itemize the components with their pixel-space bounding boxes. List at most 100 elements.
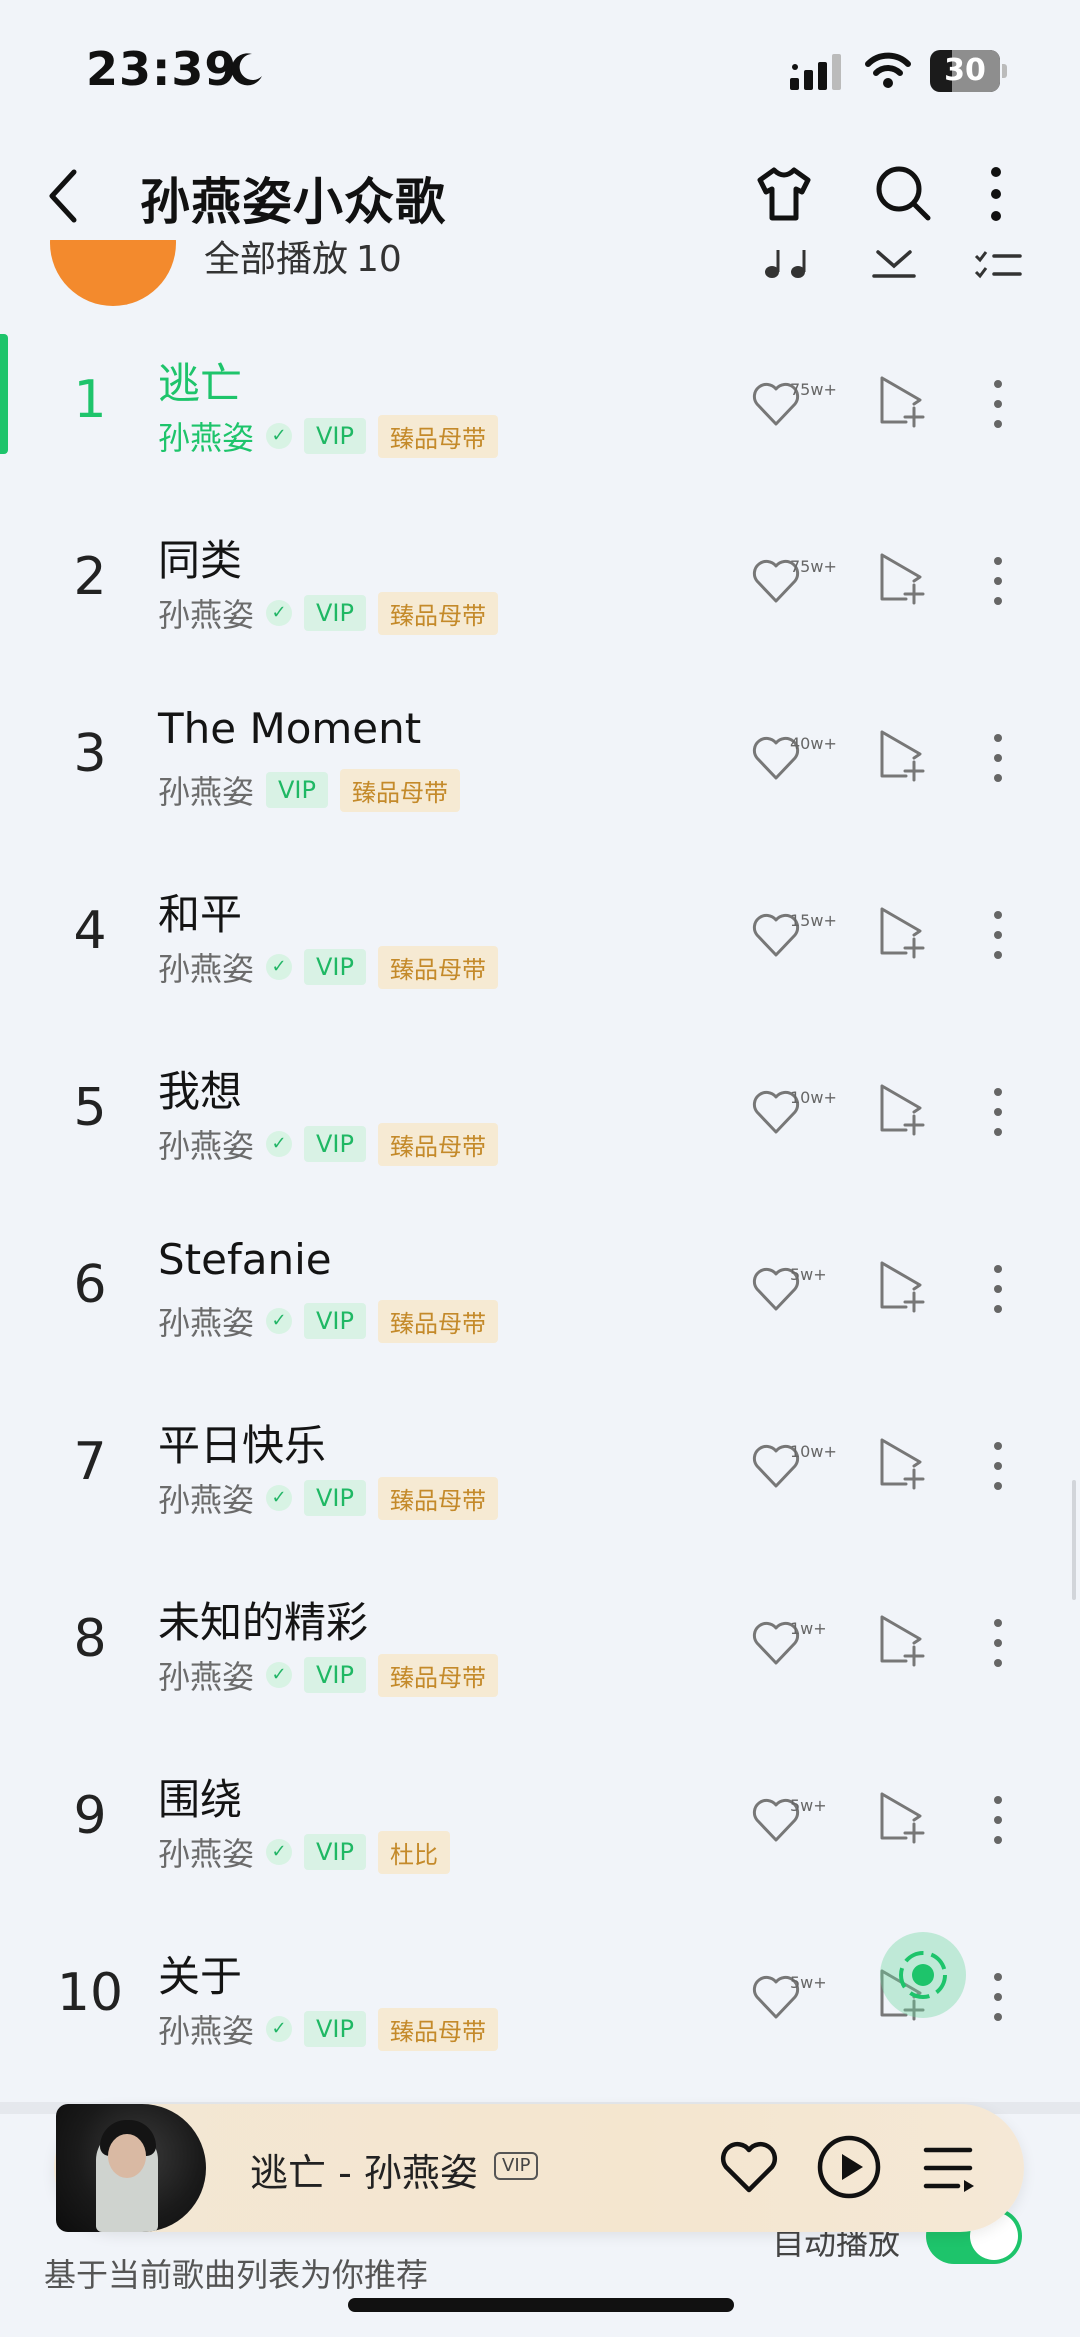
- song-artist[interactable]: 孙燕姿: [158, 1829, 254, 1875]
- song-row[interactable]: 9 围绕 孙燕姿 ✓ VIP 杜比 5w+: [0, 1746, 1080, 1923]
- radar-icon: [899, 1951, 947, 1999]
- queue-icon[interactable]: [922, 2142, 978, 2194]
- more-vertical-icon[interactable]: [988, 553, 1008, 609]
- verified-check-icon: ✓: [266, 1839, 293, 1865]
- play-all-label: 全部播放 10: [196, 240, 402, 282]
- verified-check-icon: ✓: [266, 1308, 293, 1334]
- moon-icon: [231, 53, 262, 86]
- page-title: 孙燕姿小众歌: [140, 173, 446, 231]
- song-index: 10: [56, 1963, 124, 2023]
- add-to-playlist-icon[interactable]: [876, 551, 926, 605]
- play-all-button[interactable]: [50, 240, 176, 306]
- song-title: 逃亡: [158, 359, 243, 408]
- more-vertical-icon[interactable]: [988, 1969, 1008, 2025]
- song-artist[interactable]: 孙燕姿: [158, 1475, 254, 1521]
- song-index: 4: [73, 901, 107, 961]
- more-vertical-icon[interactable]: [988, 730, 1008, 786]
- back-icon[interactable]: [42, 166, 86, 226]
- more-vertical-icon[interactable]: [988, 376, 1008, 432]
- heart-icon[interactable]: [718, 2138, 780, 2196]
- song-artist[interactable]: 孙燕姿: [158, 1652, 254, 1698]
- song-row[interactable]: 6 Stefanie 孙燕姿 ✓ VIP 臻品母带 5w+: [0, 1215, 1080, 1392]
- header: 孙燕姿小众歌: [0, 140, 1080, 250]
- search-icon[interactable]: [872, 162, 934, 224]
- now-playing-title: 逃亡 - 孙燕姿: [250, 2151, 478, 2195]
- song-meta: 孙燕姿 ✓ VIP 臻品母带: [158, 1652, 498, 1698]
- like-count: 10w+: [790, 1088, 837, 1107]
- vip-tag: VIP: [304, 1126, 366, 1162]
- song-title: Stefanie: [158, 1235, 332, 1284]
- download-icon[interactable]: [868, 242, 920, 282]
- status-bar: 23:39 30: [0, 0, 1080, 140]
- add-to-playlist-icon[interactable]: [876, 1082, 926, 1136]
- song-meta: 孙燕姿 ✓ VIP 臻品母带: [158, 1475, 498, 1521]
- more-vertical-icon[interactable]: [976, 162, 1016, 226]
- song-artist[interactable]: 孙燕姿: [158, 590, 254, 636]
- song-row[interactable]: 3 The Moment 孙燕姿 VIP 臻品母带 40w+: [0, 684, 1080, 861]
- song-index: 6: [73, 1255, 107, 1315]
- song-index: 9: [73, 1786, 107, 1846]
- vip-tag: VIP: [304, 1303, 366, 1339]
- quality-tag: 臻品母带: [377, 414, 498, 458]
- song-row[interactable]: 8 未知的精彩 孙燕姿 ✓ VIP 臻品母带 1w+: [0, 1569, 1080, 1746]
- song-row[interactable]: 5 我想 孙燕姿 ✓ VIP 臻品母带 10w+: [0, 1038, 1080, 1215]
- more-vertical-icon[interactable]: [988, 907, 1008, 963]
- more-vertical-icon[interactable]: [988, 1792, 1008, 1848]
- battery-level: 30: [944, 53, 986, 88]
- vip-tag: VIP: [304, 595, 366, 631]
- like-count: 5w+: [790, 1796, 827, 1815]
- verified-check-icon: ✓: [266, 954, 293, 980]
- like-count: 5w+: [790, 1265, 827, 1284]
- add-to-playlist-icon[interactable]: [876, 1259, 926, 1313]
- song-row[interactable]: 4 和平 孙燕姿 ✓ VIP 臻品母带 15w+: [0, 861, 1080, 1038]
- song-index: 3: [73, 724, 107, 784]
- add-to-playlist-icon[interactable]: [876, 1790, 926, 1844]
- song-meta: 孙燕姿 ✓ VIP 臻品母带: [158, 413, 498, 459]
- quality-tag: 臻品母带: [377, 1122, 498, 1166]
- skin-shirt-icon[interactable]: [752, 162, 816, 226]
- song-index: 2: [73, 547, 107, 607]
- multi-select-icon[interactable]: [972, 244, 1024, 284]
- song-meta: 孙燕姿 ✓ VIP 臻品母带: [158, 1298, 498, 1344]
- scroll-indicator[interactable]: [1072, 1480, 1076, 1600]
- play-all-row[interactable]: 全部播放 10: [0, 240, 1080, 310]
- now-playing-indicator: [0, 334, 8, 454]
- home-indicator[interactable]: [348, 2298, 734, 2312]
- like-count: 1w+: [790, 1619, 827, 1638]
- like-count: 5w+: [790, 1973, 827, 1992]
- vip-tag: VIP: [266, 772, 328, 808]
- song-meta: 孙燕姿 ✓ VIP 臻品母带: [158, 590, 498, 636]
- add-to-playlist-icon[interactable]: [876, 728, 926, 782]
- quality-tag: 臻品母带: [377, 1299, 498, 1343]
- song-index: 7: [73, 1432, 107, 1492]
- music-note-icon[interactable]: [760, 246, 814, 282]
- quality-tag: 杜比: [377, 1830, 450, 1874]
- more-vertical-icon[interactable]: [988, 1615, 1008, 1671]
- song-title: 和平: [158, 890, 243, 939]
- song-row[interactable]: 7 平日快乐 孙燕姿 ✓ VIP 臻品母带 10w+: [0, 1392, 1080, 1569]
- add-to-playlist-icon[interactable]: [876, 374, 926, 428]
- add-to-playlist-icon[interactable]: [876, 1613, 926, 1667]
- song-row[interactable]: 1 逃亡 孙燕姿 ✓ VIP 臻品母带 75w+: [0, 330, 1080, 507]
- more-vertical-icon[interactable]: [988, 1084, 1008, 1140]
- album-cover[interactable]: [56, 2104, 206, 2232]
- vip-tag: VIP: [304, 2011, 366, 2047]
- vip-tag: VIP: [304, 418, 366, 454]
- play-icon[interactable]: [816, 2134, 882, 2200]
- song-row[interactable]: 2 同类 孙燕姿 ✓ VIP 臻品母带 75w+: [0, 507, 1080, 684]
- song-artist[interactable]: 孙燕姿: [158, 944, 254, 990]
- song-artist[interactable]: 孙燕姿: [158, 413, 254, 459]
- mini-player[interactable]: 逃亡 - 孙燕姿 VIP: [54, 2104, 1024, 2232]
- radar-button[interactable]: [880, 1932, 966, 2018]
- more-vertical-icon[interactable]: [988, 1261, 1008, 1317]
- song-meta: 孙燕姿 ✓ VIP 臻品母带: [158, 1121, 498, 1167]
- add-to-playlist-icon[interactable]: [876, 1436, 926, 1490]
- song-artist[interactable]: 孙燕姿: [158, 1298, 254, 1344]
- song-artist[interactable]: 孙燕姿: [158, 1121, 254, 1167]
- vip-tag: VIP: [304, 1657, 366, 1693]
- song-artist[interactable]: 孙燕姿: [158, 2006, 254, 2052]
- like-count: 40w+: [790, 734, 837, 753]
- more-vertical-icon[interactable]: [988, 1438, 1008, 1494]
- add-to-playlist-icon[interactable]: [876, 905, 926, 959]
- song-artist[interactable]: 孙燕姿: [158, 767, 254, 813]
